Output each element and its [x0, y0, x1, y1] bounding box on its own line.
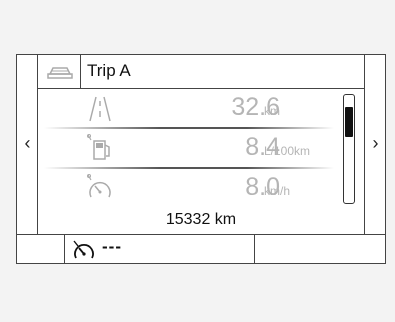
status-cell-empty-right	[255, 235, 385, 264]
trip-row-consumption: 8.4 L/100km	[38, 129, 338, 167]
trip-distance-unit: km	[264, 104, 280, 118]
trip-header: Trip A	[38, 55, 364, 89]
speed-limiter-icon	[73, 240, 94, 259]
speedometer-icon	[87, 174, 111, 198]
car-icon	[47, 67, 73, 79]
trip-speed-unit: km/h	[264, 184, 291, 198]
scrollbar[interactable]	[343, 94, 355, 204]
trip-values-list: 32.6 km 8.4 L/100km 8.0 km/h	[38, 89, 364, 206]
odometer-readout: 15332 km	[165, 211, 237, 228]
status-bar: ---	[17, 234, 385, 264]
left-arrow-icon[interactable]: ‹	[17, 133, 38, 153]
header-divider	[80, 55, 81, 88]
trip-computer-display: ‹ › Trip A 32.6 km 8.4 L/100km 8.0 km/h …	[16, 54, 386, 264]
trip-row-distance: 32.6 km	[38, 89, 338, 127]
canvas: ‹ › Trip A 32.6 km 8.4 L/100km 8.0 km/h …	[0, 0, 395, 322]
status-cell-empty-left	[17, 235, 65, 264]
trip-title: Trip A	[87, 61, 131, 80]
road-distance-icon	[89, 96, 111, 122]
trip-consumption-unit: L/100km	[264, 144, 311, 158]
speed-limiter-value: ---	[102, 237, 122, 256]
left-nav-column[interactable]: ‹	[17, 55, 38, 234]
trip-row-speed: 8.0 km/h	[38, 169, 338, 207]
right-nav-column[interactable]: ›	[364, 55, 385, 234]
right-arrow-icon[interactable]: ›	[365, 133, 386, 153]
speed-limiter-cell: ---	[65, 235, 255, 264]
fuel-pump-icon	[87, 134, 110, 160]
scrollbar-thumb[interactable]	[345, 107, 353, 137]
